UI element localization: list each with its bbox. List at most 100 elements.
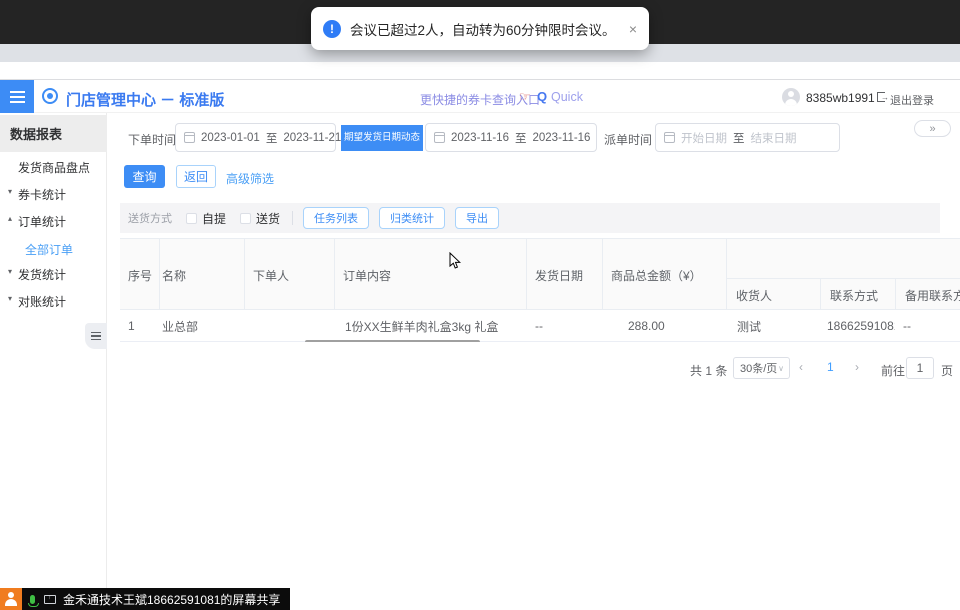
- sidebar-item-shipping-stats[interactable]: ▾ 发货统计: [0, 266, 107, 284]
- sidebar-item-coupon-stats[interactable]: ▾ 券卡统计: [0, 186, 107, 204]
- range-separator: 至: [515, 130, 527, 146]
- col-orderer: 下单人: [245, 239, 335, 311]
- dispatch-time-label: 派单时间: [604, 131, 652, 148]
- calendar-icon: [434, 132, 445, 143]
- sidebar-item-all-orders-active[interactable]: 全部订单: [0, 241, 107, 259]
- col-content: 订单内容: [335, 239, 527, 311]
- divider: [292, 211, 293, 225]
- calendar-icon: [664, 132, 675, 143]
- sidebar-item-reconciliation-stats[interactable]: ▾ 对账统计: [0, 293, 107, 311]
- pickup-checkbox[interactable]: [186, 213, 197, 224]
- cell-name: 业总部: [160, 310, 245, 342]
- username: 8385wb1991: [806, 91, 875, 105]
- order-time-label: 下单时间: [128, 131, 176, 148]
- prev-page-icon[interactable]: ‹: [799, 360, 803, 374]
- col-ship-date: 发货日期: [527, 239, 603, 311]
- mouse-cursor: [449, 252, 461, 270]
- col-receiver: 收货人: [727, 278, 820, 311]
- date-end: 2023-11-21: [283, 132, 341, 144]
- chevron-down-icon: ∨: [778, 364, 784, 373]
- col-alt-contact: 备用联系方: [895, 278, 960, 311]
- expected-ship-range-input[interactable]: 2023-11-16 至 2023-11-16: [425, 123, 597, 152]
- order-time-range-input[interactable]: 2023-01-01 至 2023-11-21: [175, 123, 336, 152]
- hamburger-menu-button[interactable]: [0, 80, 34, 113]
- col-name: 名称: [160, 239, 245, 311]
- user-avatar: [782, 88, 800, 106]
- next-page-icon[interactable]: ›: [855, 360, 859, 374]
- screen-share-icon: [44, 595, 56, 604]
- logout-icon: [877, 92, 885, 102]
- delivery-method-label: 送货方式: [128, 210, 172, 226]
- sidebar-item-order-stats[interactable]: ▴ 订单统计: [0, 213, 107, 231]
- sidebar-item-label: 发货统计: [18, 266, 66, 283]
- page-size-select[interactable]: 30条/页 ∨: [733, 357, 790, 379]
- table-row: 1 业总部 1份XX生鲜羊肉礼盒3kg 礼盒 -- 288.00 测试 1866…: [120, 310, 960, 342]
- sidebar-header-label: 数据报表: [10, 124, 62, 143]
- sidebar-item-label: 发货商品盘点: [18, 159, 90, 176]
- sidebar-header: 数据报表: [0, 115, 107, 152]
- deliver-label: 送货: [256, 210, 280, 227]
- toast-message: 会议已超过2人，自动转为60分钟限时会议。: [350, 19, 616, 39]
- sidebar-collapse-handle[interactable]: [85, 323, 107, 349]
- cell-receiver: 测试: [727, 310, 820, 342]
- col-phone: 联系方式: [820, 278, 895, 311]
- date-start: 2023-11-16: [451, 132, 509, 144]
- sidebar-item-label: 券卡统计: [18, 186, 66, 203]
- cell-ship-date: --: [527, 310, 603, 342]
- cell-alt-contact: --: [895, 310, 960, 342]
- col-amount: 商品总金额（¥）: [603, 239, 727, 311]
- cell-amount: 288.00: [603, 310, 727, 342]
- cell-no: 1: [120, 310, 160, 342]
- logout-button[interactable]: 退出登录: [890, 92, 934, 108]
- collapse-filters-button[interactable]: »: [914, 120, 951, 137]
- goto-label: 前往: [881, 362, 905, 379]
- classify-stats-button[interactable]: 归类统计: [379, 207, 445, 229]
- share-bar-text: 金禾通技术王斌18662591081的屏幕共享: [63, 591, 280, 608]
- app-title: 门店管理中心 － 标准版: [66, 89, 224, 110]
- task-list-label: 任务列表: [314, 210, 358, 226]
- pointing-hand-icon: ☞: [519, 89, 531, 105]
- query-label: 查询: [132, 168, 156, 185]
- date-start-placeholder: 开始日期: [681, 130, 727, 146]
- horizontal-scrollbar-thumb[interactable]: [305, 340, 480, 342]
- cell-phone: 18662591081: [820, 310, 895, 342]
- browser-toolbar: [0, 62, 960, 80]
- goto-page-input[interactable]: [906, 357, 934, 379]
- app-logo: [42, 88, 58, 104]
- current-page[interactable]: 1: [827, 360, 834, 374]
- quick-label[interactable]: Quick: [551, 90, 583, 104]
- back-button[interactable]: 返回: [176, 165, 216, 188]
- classify-stats-label: 归类统计: [390, 210, 434, 226]
- meeting-toast: ! 会议已超过2人，自动转为60分钟限时会议。 ×: [311, 7, 649, 50]
- col-no: 序号: [120, 239, 160, 311]
- collapse-arrow-icon: ▴: [8, 214, 12, 223]
- cell-orderer: [245, 310, 335, 342]
- deliver-checkbox[interactable]: [240, 213, 251, 224]
- export-button[interactable]: 导出: [455, 207, 499, 229]
- microphone-icon: [30, 595, 35, 604]
- sidebar-item-shipped-goods[interactable]: 发货商品盘点: [0, 159, 107, 177]
- expected-ship-date-tag[interactable]: 期望发货日期动态: [341, 125, 423, 151]
- orders-table: 序号 名称 下单人 订单内容 发货日期 商品总金额（¥） 收货人 联系方式 备用…: [120, 238, 960, 342]
- advanced-filter-link[interactable]: 高级筛选: [226, 170, 274, 187]
- attendee-icon: [0, 588, 22, 610]
- page-size-value: 30条/页: [740, 360, 777, 376]
- expand-arrow-icon: ▾: [8, 187, 12, 196]
- toast-close-icon[interactable]: ×: [629, 21, 637, 37]
- expand-arrow-icon: ▾: [8, 267, 12, 276]
- pickup-label: 自提: [202, 210, 226, 227]
- sidebar-item-label: 订单统计: [18, 213, 66, 230]
- dispatch-time-range-input[interactable]: 开始日期 至 结束日期: [655, 123, 840, 152]
- range-separator: 至: [733, 130, 745, 146]
- quick-search-icon[interactable]: Q: [537, 89, 547, 104]
- expand-arrow-icon: ▾: [8, 294, 12, 303]
- screen-share-bar: 金禾通技术王斌18662591081的屏幕共享: [0, 588, 290, 610]
- delivery-toolbar: 送货方式 自提 送货 任务列表 归类统计 导出: [120, 203, 940, 233]
- query-button[interactable]: 查询: [124, 165, 165, 188]
- sidebar-item-label: 全部订单: [25, 241, 73, 258]
- task-list-button[interactable]: 任务列表: [303, 207, 369, 229]
- info-icon: !: [323, 20, 341, 38]
- pagination-total: 共 1 条: [690, 362, 727, 379]
- calendar-icon: [184, 132, 195, 143]
- cell-content: 1份XX生鲜羊肉礼盒3kg 礼盒: [335, 310, 527, 342]
